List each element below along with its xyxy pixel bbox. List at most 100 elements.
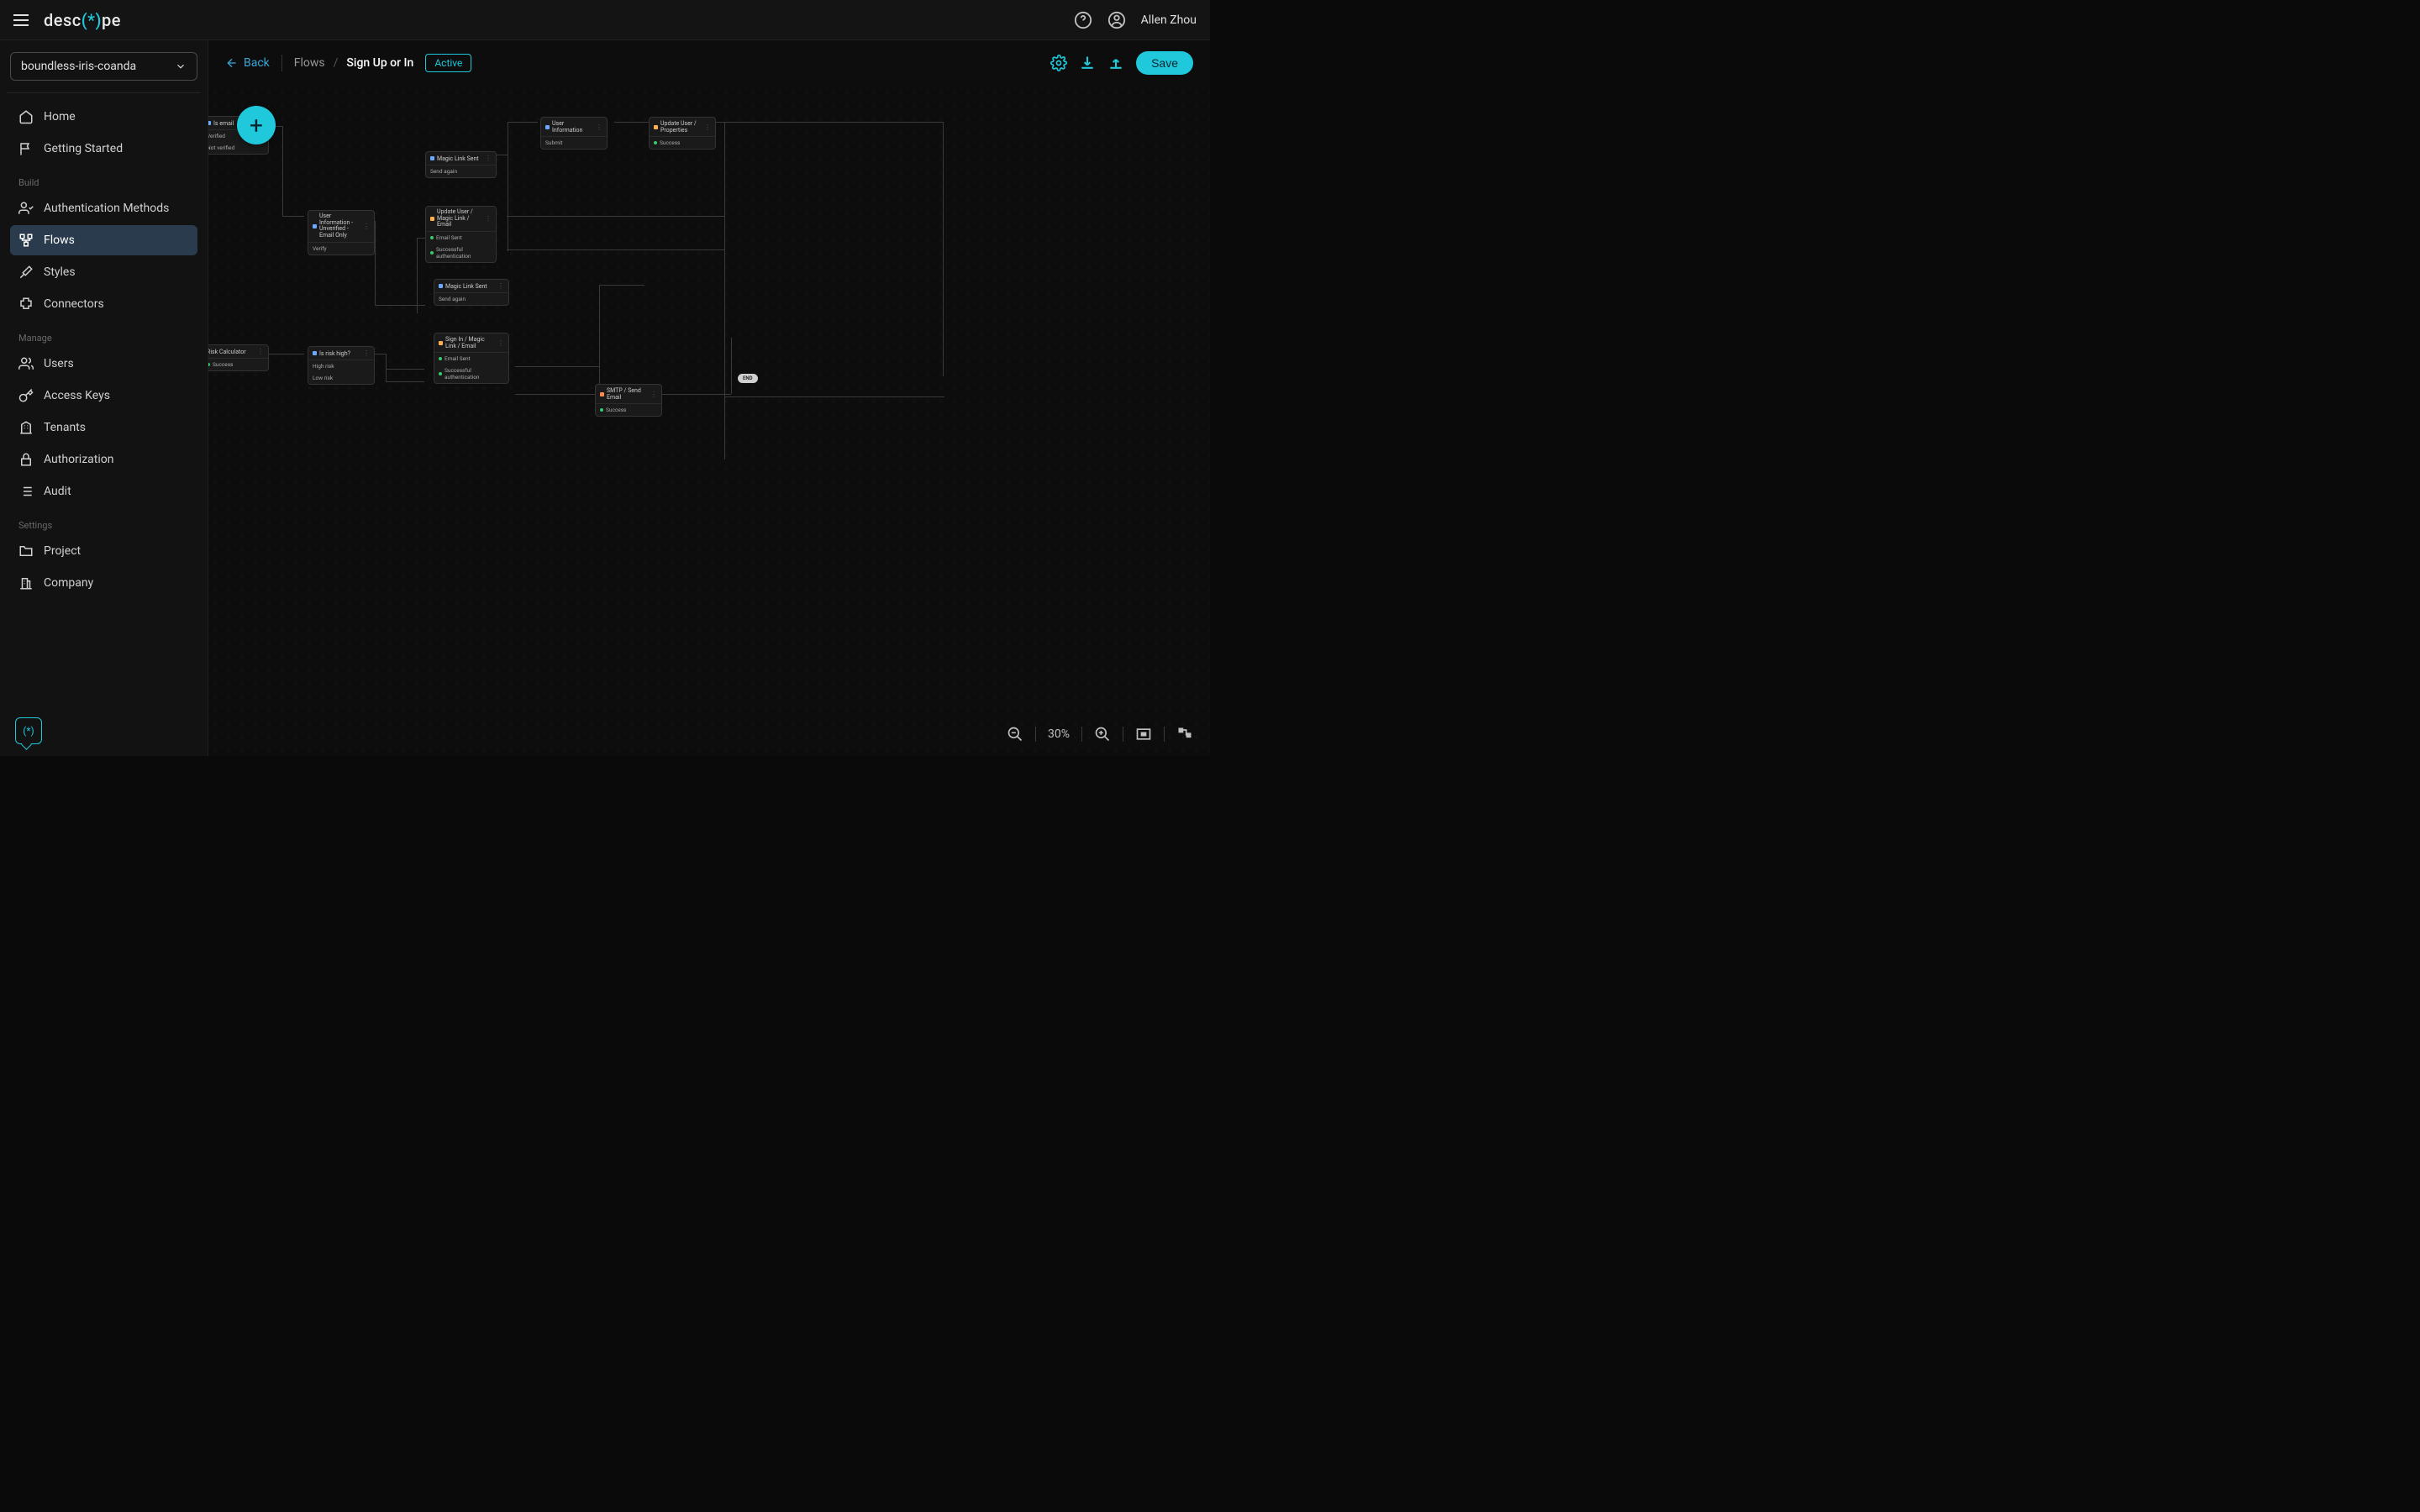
flow-node-risk-calculator[interactable]: Risk Calculator ⋮ Success	[208, 344, 269, 371]
sidebar-item-home[interactable]: Home	[10, 102, 197, 132]
node-title: Update User / Magic Link / Email	[437, 209, 482, 228]
flow-edge	[386, 369, 424, 370]
node-menu-icon[interactable]: ⋮	[363, 223, 370, 230]
sidebar-item-connectors[interactable]: Connectors	[10, 289, 197, 319]
sidebar-item-label: Tenants	[44, 421, 86, 434]
sidebar-item-label: Getting Started	[44, 142, 123, 155]
node-menu-icon[interactable]: ⋮	[497, 339, 504, 347]
breadcrumb-current: Sign Up or In	[346, 56, 413, 70]
node-port[interactable]: Email Sent	[436, 234, 462, 241]
node-port[interactable]: Low risk	[313, 375, 333, 381]
node-port[interactable]: Verified	[208, 133, 225, 139]
zoom-divider	[1164, 727, 1165, 742]
sidebar-section-build: Build	[10, 165, 197, 193]
back-button[interactable]: Back	[225, 56, 270, 70]
sidebar-item-getting-started[interactable]: Getting Started	[10, 134, 197, 164]
node-port[interactable]: Send again	[430, 168, 457, 175]
flow-edge	[943, 122, 944, 376]
fit-view-icon[interactable]	[1135, 726, 1152, 743]
zoom-divider	[1081, 727, 1082, 742]
zoom-in-icon[interactable]	[1094, 726, 1111, 743]
node-port[interactable]: Successful authentication	[445, 367, 504, 381]
user-check-icon	[18, 201, 34, 216]
flow-node-is-risk-high[interactable]: Is risk high?⋮ High risk Low risk	[308, 346, 375, 385]
flow-node-smtp-send-email[interactable]: SMTP / Send Email⋮ Success	[595, 384, 662, 417]
sidebar-item-audit[interactable]: Audit	[10, 476, 197, 507]
node-port[interactable]: Success	[213, 361, 233, 368]
flow-node-magic-link-sent-2[interactable]: Magic Link Sent⋮ Send again	[434, 279, 509, 306]
auto-layout-icon[interactable]	[1176, 726, 1193, 743]
node-port[interactable]: Successful authentication	[436, 246, 492, 260]
user-name[interactable]: Allen Zhou	[1141, 13, 1197, 27]
flag-icon	[18, 141, 34, 156]
help-icon[interactable]	[1074, 11, 1092, 29]
flow-canvas[interactable]: +	[208, 86, 1210, 756]
zoom-controls: 30%	[1007, 726, 1193, 743]
node-menu-icon[interactable]: ⋮	[485, 155, 492, 162]
zoom-out-icon[interactable]	[1007, 726, 1023, 743]
node-port[interactable]: Success	[606, 407, 626, 413]
node-type-icon	[313, 224, 317, 228]
sidebar-item-auth-methods[interactable]: Authentication Methods	[10, 193, 197, 223]
node-menu-icon[interactable]: ⋮	[257, 348, 264, 355]
sidebar-item-label: Company	[44, 576, 93, 590]
node-menu-icon[interactable]: ⋮	[596, 123, 602, 131]
brush-icon	[18, 265, 34, 280]
settings-icon[interactable]	[1050, 55, 1067, 71]
save-button[interactable]: Save	[1136, 51, 1193, 75]
sidebar-item-styles[interactable]: Styles	[10, 257, 197, 287]
logo[interactable]: desc(*)pe	[44, 10, 121, 30]
node-port[interactable]: Not verified	[208, 144, 234, 151]
sidebar-item-company[interactable]: Company	[10, 568, 197, 598]
node-port[interactable]: High risk	[313, 363, 334, 370]
logo-text: de	[44, 10, 63, 30]
node-menu-icon[interactable]: ⋮	[650, 391, 657, 398]
node-title: User Information - Unverified - Email On…	[319, 213, 360, 239]
breadcrumb-root[interactable]: Flows	[294, 56, 325, 70]
sidebar-item-authorization[interactable]: Authorization	[10, 444, 197, 475]
user-avatar-icon[interactable]	[1107, 11, 1126, 29]
sidebar-item-flows[interactable]: Flows	[10, 225, 197, 255]
sidebar-item-access-keys[interactable]: Access Keys	[10, 381, 197, 411]
flow-edge	[375, 221, 376, 305]
node-port[interactable]: Send again	[439, 296, 466, 302]
chat-label: (*)	[23, 725, 34, 737]
sidebar-item-label: Authentication Methods	[44, 202, 169, 215]
flow-node-update-user-properties[interactable]: Update User / Properties⋮ Success	[649, 117, 716, 150]
logo-accent: )	[96, 10, 103, 30]
flow-node-update-user-magic-link[interactable]: Update User / Magic Link / Email⋮ Email …	[425, 206, 497, 263]
sidebar-item-tenants[interactable]: Tenants	[10, 412, 197, 443]
sidebar-item-users[interactable]: Users	[10, 349, 197, 379]
node-port[interactable]: Verify	[313, 245, 327, 252]
flow-node-magic-link-sent-1[interactable]: Magic Link Sent⋮ Send again	[425, 151, 497, 178]
node-port[interactable]: Email Sent	[445, 355, 471, 362]
toolbar-divider	[281, 55, 282, 71]
node-port[interactable]: Submit	[545, 139, 563, 146]
download-icon[interactable]	[1079, 55, 1096, 71]
status-badge: Active	[425, 54, 471, 72]
flow-node-user-info-unverified[interactable]: User Information - Unverified - Email On…	[308, 210, 375, 255]
back-label: Back	[244, 56, 270, 70]
chat-support-button[interactable]: (*)	[15, 717, 42, 744]
project-selector[interactable]: boundless-iris-coanda	[10, 52, 197, 81]
flow-edge	[417, 238, 418, 313]
flow-end-node[interactable]: END	[738, 374, 758, 383]
add-node-button[interactable]: +	[237, 106, 276, 144]
node-menu-icon[interactable]: ⋮	[704, 123, 711, 131]
upload-icon[interactable]	[1107, 55, 1124, 71]
flow-edge	[724, 122, 943, 123]
node-menu-icon[interactable]: ⋮	[497, 282, 504, 290]
flow-node-sign-in-magic-link[interactable]: Sign In / Magic Link / Email⋮ Email Sent…	[434, 333, 509, 384]
node-type-icon	[654, 125, 658, 129]
sidebar-item-label: Project	[44, 544, 81, 558]
node-menu-icon[interactable]: ⋮	[363, 349, 370, 357]
sidebar-item-project[interactable]: Project	[10, 536, 197, 566]
hamburger-menu-icon[interactable]	[13, 10, 34, 30]
flow-edge	[599, 285, 644, 286]
node-menu-icon[interactable]: ⋮	[485, 215, 492, 223]
flow-edge	[386, 381, 424, 382]
node-port[interactable]: Success	[660, 139, 680, 146]
flow-edge	[507, 249, 725, 250]
node-title: Risk Calculator	[208, 349, 246, 355]
flow-node-user-information[interactable]: User Information⋮ Submit	[540, 117, 608, 150]
